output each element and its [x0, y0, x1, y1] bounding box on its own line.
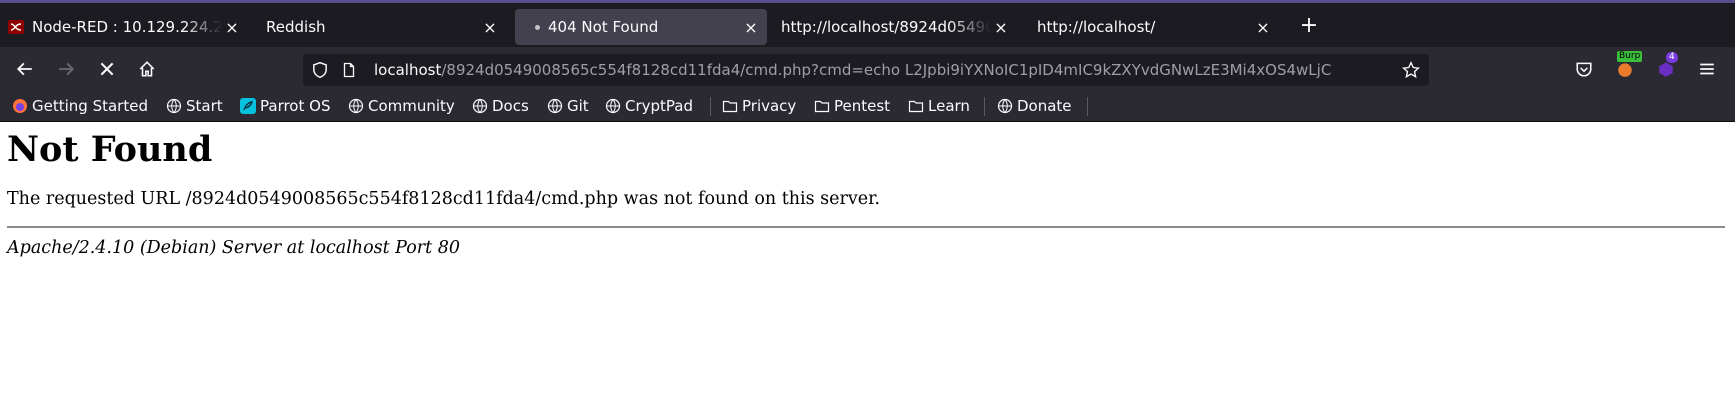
bookmark-separator: [710, 97, 711, 116]
bookmark-label: Docs: [492, 97, 529, 115]
bookmark-folder-learn[interactable]: Learn: [908, 92, 970, 120]
close-tab-icon[interactable]: ×: [480, 18, 500, 37]
globe-icon: [605, 98, 621, 114]
bookmark-label: CryptPad: [625, 97, 694, 115]
close-tab-icon[interactable]: ×: [991, 18, 1011, 37]
bookmark-folder-privacy[interactable]: Privacy: [722, 92, 796, 120]
bookmark-label: Learn: [928, 97, 970, 115]
tab-title: Node-RED : 10.129.224.2: [32, 18, 222, 36]
node-red-icon: [8, 19, 24, 35]
bookmark-label: Pentest: [834, 97, 891, 115]
page-info-icon[interactable]: [341, 62, 357, 78]
home-button[interactable]: [133, 55, 161, 83]
bookmark-label: Donate: [1017, 97, 1072, 115]
bookmark-cryptpad[interactable]: CryptPad: [605, 92, 693, 120]
globe-icon: [348, 98, 364, 114]
extension-count-badge: 4: [1666, 52, 1678, 63]
bookmarks-toolbar: Getting Started Start Parrot OS Communit…: [0, 92, 1735, 122]
bookmark-docs[interactable]: Docs: [472, 92, 529, 120]
tab-title: 404 Not Found: [548, 18, 659, 36]
home-icon: [139, 61, 155, 77]
folder-icon: [722, 100, 738, 113]
bookmark-parrot-os[interactable]: Parrot OS: [240, 92, 330, 120]
page-title: Not Found: [7, 129, 213, 170]
url-path: /8924d0549008565c554f8128cd11fda4/cmd.ph…: [441, 61, 1332, 79]
firefox-icon: [13, 99, 27, 113]
extension-button[interactable]: 4: [1652, 52, 1680, 83]
new-tab-button[interactable]: +: [1296, 13, 1322, 39]
bookmark-getting-started[interactable]: Getting Started: [12, 92, 148, 120]
hamburger-menu-icon: [1700, 63, 1714, 75]
close-tab-icon[interactable]: ×: [222, 18, 242, 37]
pocket-icon: [1576, 62, 1592, 77]
tab-localhost-cmd[interactable]: http://localhost/8924d054900 ×: [773, 9, 1017, 45]
bookmark-start[interactable]: Start: [166, 92, 223, 120]
bookmark-label: Parrot OS: [260, 97, 331, 115]
bookmark-label: Privacy: [742, 97, 797, 115]
tab-title: http://localhost/: [1037, 18, 1156, 36]
tab-404-not-found[interactable]: 404 Not Found ×: [515, 9, 767, 45]
dot-icon: [535, 24, 540, 30]
bookmark-label: Start: [186, 97, 223, 115]
burp-badge: Burp: [1617, 51, 1643, 62]
back-button[interactable]: [11, 55, 39, 83]
burp-extension-button[interactable]: Burp: [1611, 51, 1643, 83]
page-content: Not Found The requested URL /8924d054900…: [0, 122, 1735, 407]
globe-icon: [997, 98, 1013, 114]
folder-icon: [908, 100, 924, 113]
globe-icon: [547, 98, 563, 114]
tab-title: Reddish: [266, 18, 326, 36]
bookmark-separator: [984, 97, 985, 116]
parrot-icon: [240, 98, 256, 114]
globe-icon: [472, 98, 488, 114]
stop-button[interactable]: [93, 55, 121, 83]
url-host: localhost: [374, 61, 442, 79]
bookmark-star-icon[interactable]: [1402, 61, 1420, 79]
stop-x-icon: [100, 62, 114, 76]
forward-arrow-icon: [59, 62, 75, 76]
url-text[interactable]: localhost/8924d0549008565c554f8128cd11fd…: [374, 54, 1382, 86]
bookmark-git[interactable]: Git: [547, 92, 589, 120]
app-menu-button[interactable]: [1693, 55, 1721, 83]
tracking-protection-shield-icon[interactable]: [311, 61, 329, 79]
server-signature: Apache/2.4.10 (Debian) Server at localho…: [7, 238, 461, 258]
bookmark-donate[interactable]: Donate: [997, 92, 1072, 120]
url-bar[interactable]: localhost/8924d0549008565c554f8128cd11fd…: [303, 54, 1429, 86]
bookmark-separator: [1087, 97, 1088, 116]
bookmark-label: Getting Started: [32, 97, 148, 115]
tab-localhost[interactable]: http://localhost/ ×: [1031, 9, 1279, 45]
pocket-button[interactable]: [1570, 55, 1598, 83]
tab-title: http://localhost/8924d054900: [781, 18, 991, 36]
navigation-toolbar: localhost/8924d0549008565c554f8128cd11fd…: [0, 47, 1735, 92]
error-message: The requested URL /8924d0549008565c554f8…: [7, 189, 881, 209]
forward-button[interactable]: [52, 55, 80, 83]
bookmark-label: Git: [567, 97, 589, 115]
tab-node-red[interactable]: Node-RED : 10.129.224.2 ×: [0, 9, 248, 45]
back-arrow-icon: [16, 62, 32, 76]
globe-icon: [166, 98, 182, 114]
bookmark-community[interactable]: Community: [348, 92, 455, 120]
close-tab-icon[interactable]: ×: [741, 18, 761, 37]
burp-extension-icon: [1618, 63, 1632, 77]
tab-strip: Node-RED : 10.129.224.2 × Reddish × 404 …: [0, 0, 1735, 47]
tab-reddish[interactable]: Reddish ×: [258, 9, 506, 45]
folder-icon: [814, 100, 830, 113]
bookmark-label: Community: [368, 97, 455, 115]
divider: [7, 226, 1725, 228]
close-tab-icon[interactable]: ×: [1253, 18, 1273, 37]
bookmark-folder-pentest[interactable]: Pentest: [814, 92, 890, 120]
